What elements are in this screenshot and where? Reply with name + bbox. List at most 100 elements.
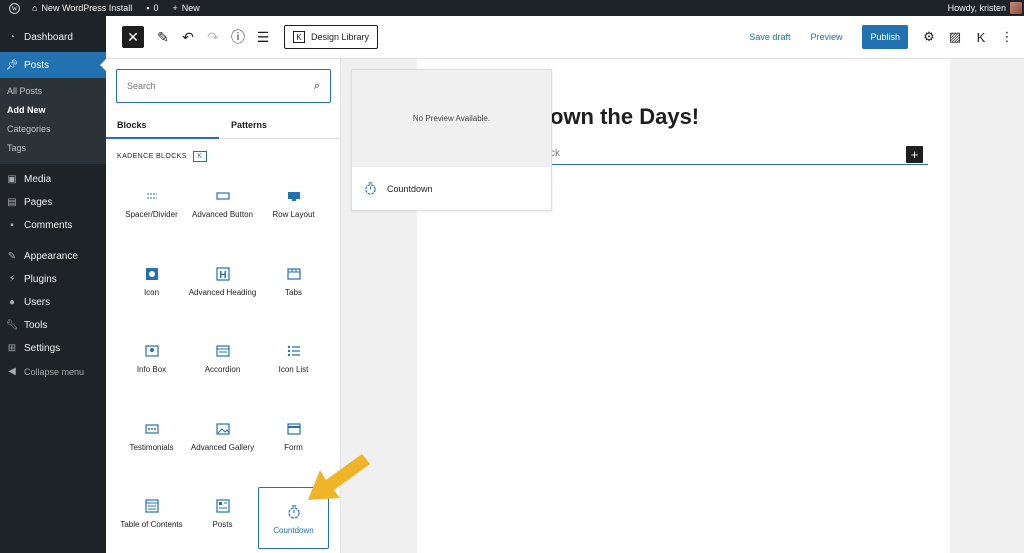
menu-item-appearance[interactable]: ✎ Appearance [0, 245, 106, 268]
menu-item-media[interactable]: ▣ Media [0, 168, 106, 191]
block-info-box[interactable]: Info Box [116, 326, 187, 404]
category-header: KADENCE BLOCKS K [117, 151, 207, 162]
block-preview-popover: No Preview Available. Countdown [351, 69, 552, 211]
block-accordion[interactable]: Accordion [187, 326, 258, 404]
undo-button[interactable]: ↶ [177, 26, 199, 48]
preview-button[interactable]: Preview [810, 32, 842, 42]
my-account-link[interactable]: Howdy, kristen [948, 2, 1022, 14]
submenu-all-posts[interactable]: All Posts [0, 82, 106, 101]
block-posts[interactable]: Posts [187, 481, 258, 553]
submenu-tags[interactable]: Tags [0, 139, 106, 158]
search-icon: ⌕ [313, 79, 320, 92]
add-block-button[interactable]: + [906, 146, 923, 163]
menu-item-posts[interactable]: 📌︎ Posts [0, 52, 106, 78]
appearance-icon: ✎ [7, 251, 17, 262]
block-advanced-button[interactable]: Advanced Button [187, 171, 258, 249]
comment-bubble-icon: ▪ [146, 3, 150, 13]
more-options-icon[interactable]: ⋮ [998, 28, 1016, 46]
button-icon [215, 188, 231, 204]
block-table-of-contents[interactable]: Table of Contents [116, 481, 187, 553]
block-label: Spacer/Divider [125, 210, 178, 219]
block-tabs[interactable]: Tabs [258, 249, 329, 327]
block-label: Info Box [136, 365, 167, 374]
menu-label: Dashboard [24, 32, 73, 43]
close-icon: ✕ [127, 28, 139, 45]
block-label: Row Layout [272, 210, 315, 219]
menu-item-tools[interactable]: 🔧︎ Tools [0, 314, 106, 337]
menu-label: Pages [24, 197, 53, 208]
inserter-tabs: Blocks Patterns [106, 111, 341, 139]
gallery-icon [215, 421, 231, 437]
countdown-icon [364, 182, 377, 195]
plus-icon: + [910, 147, 919, 162]
wordpress-logo-icon[interactable]: W [0, 0, 28, 16]
menu-item-pages[interactable]: ▤ Pages [0, 191, 106, 214]
menu-item-comments[interactable]: ▪ Comments [0, 214, 106, 237]
menu-label: Media [24, 174, 52, 185]
dashboard-icon: ◔ [8, 32, 16, 43]
publish-button[interactable]: Publish [862, 25, 908, 49]
submenu-categories[interactable]: Categories [0, 120, 106, 139]
customize-icon[interactable]: ▨ [946, 28, 964, 46]
no-preview-text: No Preview Available. [412, 114, 491, 123]
header-actions: Save draft Preview Publish ⚙ ▨ K ⋮ [749, 25, 1024, 49]
block-testimonials[interactable]: Testimonials [116, 404, 187, 482]
search-input[interactable] [127, 81, 314, 91]
submenu-add-new[interactable]: Add New [0, 101, 106, 120]
posts-submenu: All Posts Add New Categories Tags [0, 78, 106, 164]
save-draft-button[interactable]: Save draft [749, 32, 790, 42]
block-spacer-divider[interactable]: Spacer/Divider [116, 171, 187, 249]
icon-list-icon [286, 343, 302, 359]
block-row-layout[interactable]: Row Layout [258, 171, 329, 249]
details-button[interactable]: ⓘ [227, 26, 249, 48]
heading-icon: H [215, 266, 231, 282]
tab-patterns[interactable]: Patterns [219, 111, 332, 138]
tab-blocks[interactable]: Blocks [106, 111, 219, 139]
testimonials-icon [144, 421, 160, 437]
menu-label: Comments [24, 220, 73, 231]
greeting-text: Howdy, kristen [947, 3, 1006, 13]
block-icon-list[interactable]: Icon List [258, 326, 329, 404]
tools-pencil-button[interactable]: ✎ [152, 26, 174, 48]
tabs-icon [286, 266, 302, 282]
editor-header: ✕ ✎ ↶ ↷ ⓘ ☰ K Design Library Save draft … [106, 16, 1024, 59]
admin-menu: ◔ Dashboard 📌︎ Posts All Posts Add New C… [0, 16, 106, 553]
block-advanced-heading[interactable]: H Advanced Heading [187, 249, 258, 327]
new-content-link[interactable]: + New [173, 0, 200, 16]
post-title[interactable]: own the Days! [550, 104, 699, 130]
menu-item-plugins[interactable]: ⚡︎ Plugins [0, 268, 106, 291]
plus-icon: + [172, 3, 178, 13]
icon-block-icon [144, 266, 160, 282]
block-label: Accordion [204, 365, 241, 374]
menu-label: Settings [24, 343, 61, 354]
comments-link[interactable]: ▪ 0 [146, 0, 158, 16]
avatar [1010, 2, 1022, 14]
block-advanced-gallery[interactable]: Advanced Gallery [187, 404, 258, 482]
block-icon[interactable]: Icon [116, 249, 187, 327]
menu-label: Users [24, 297, 51, 308]
paragraph-block-placeholder[interactable]: ck [550, 148, 928, 165]
close-inserter-button[interactable]: ✕ [122, 26, 144, 48]
plugins-icon: ⚡︎ [8, 274, 16, 285]
design-library-button[interactable]: K Design Library [284, 25, 379, 49]
menu-item-users[interactable]: ● Users [0, 291, 106, 314]
collapse-menu-button[interactable]: ◀ Collapse menu [0, 360, 106, 383]
kadence-toolbar-icon[interactable]: K [972, 28, 990, 46]
redo-icon: ↷ [207, 28, 219, 45]
svg-text:H: H [219, 270, 226, 281]
list-view-button[interactable]: ☰ [252, 26, 274, 48]
kadence-logo-icon: K [192, 151, 207, 162]
site-name-link[interactable]: ⌂ New WordPress Install [32, 0, 132, 16]
menu-item-settings[interactable]: ⊞ Settings [0, 337, 106, 360]
info-icon: ⓘ [231, 29, 245, 45]
settings-gear-icon[interactable]: ⚙ [920, 28, 938, 46]
menu-item-dashboard[interactable]: ◔ Dashboard [0, 26, 106, 49]
category-title: KADENCE BLOCKS [117, 153, 187, 160]
block-label: Tabs [285, 287, 302, 297]
redo-button[interactable]: ↷ [202, 26, 224, 48]
row-layout-icon [286, 188, 302, 204]
comments-icon: ▪ [10, 220, 14, 231]
pages-icon: ▤ [7, 197, 17, 208]
search-field[interactable]: ⌕ [116, 69, 331, 103]
media-icon: ▣ [7, 174, 17, 185]
